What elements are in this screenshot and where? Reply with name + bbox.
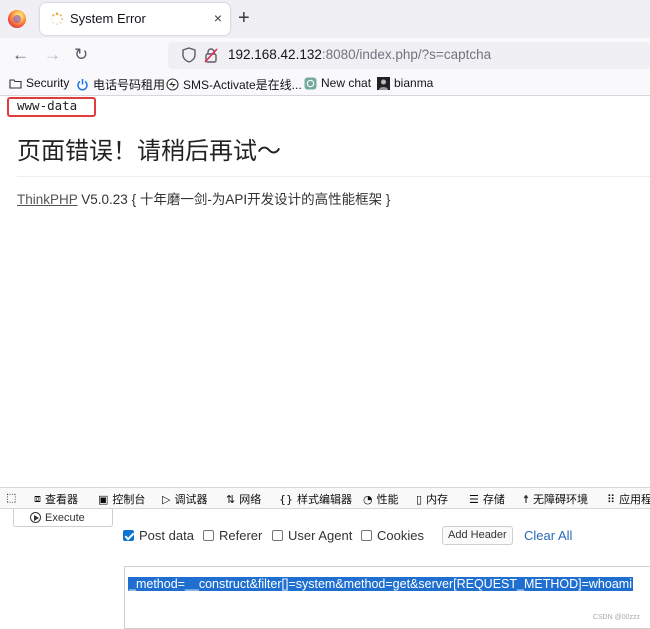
option-label: User Agent [288, 528, 353, 543]
tab-strip: System Error × + [0, 0, 650, 38]
bookmark-new-chat[interactable]: New chat [304, 76, 371, 90]
bookmark-bianma[interactable]: bianma [377, 76, 433, 90]
add-header-button[interactable]: Add Header [442, 526, 513, 545]
devtools-tab-label: 网络 [239, 494, 262, 506]
post-data-textarea[interactable]: _method=__construct&filter[]=system&meth… [124, 566, 650, 629]
new-tab-icon[interactable]: + [238, 6, 250, 30]
memory-icon: ▯ [416, 492, 423, 506]
devtools-tab-label: 存储 [482, 494, 505, 506]
user-agent-checkbox[interactable]: User Agent [272, 528, 352, 543]
storage-icon: ☰ [469, 492, 479, 506]
url-text[interactable]: 192.168.42.132:8080/index.php/?s=captcha [228, 47, 491, 62]
power-icon [77, 79, 88, 91]
checkbox[interactable] [272, 530, 283, 541]
debugger-icon: ▷ [162, 492, 171, 506]
checkbox[interactable] [203, 530, 214, 541]
bookmarks-toolbar: Security 电话号码租用 SMS-Activate是在线... New c… [0, 72, 650, 96]
performance-icon: ◔ [363, 492, 373, 506]
thinkphp-link[interactable]: ThinkPHP [17, 192, 78, 207]
back-arrow-icon[interactable]: ← [12, 45, 29, 65]
devtools-toolbar: ⬚ ⧈ 查看器 ▣ 控制台 ▷ 调试器 ⇅ 网络 {} 样式编辑器 ◔ 性能 ▯ 内存 ☰ 存储… [0, 487, 650, 509]
command-output: www-data [17, 98, 78, 113]
post-data-checkbox[interactable]: Post data [123, 528, 194, 543]
element-picker-icon[interactable]: ⬚ [6, 491, 16, 504]
referer-checkbox[interactable]: Referer [203, 528, 262, 543]
sms-icon [166, 78, 179, 91]
bookmark-security[interactable]: Security [9, 76, 69, 90]
tab-memory[interactable]: ▯ 内存 [416, 491, 448, 507]
bookmark-sms-activate[interactable]: SMS-Activate是在线... [166, 76, 302, 93]
tab-accessibility[interactable]: ☨ 无障碍环境 [523, 491, 588, 507]
execute-label: Execute [45, 511, 85, 524]
bookmark-label: 电话号码租用 [93, 78, 166, 92]
framework-version: V5.0.23 [77, 192, 132, 207]
tab-close-icon[interactable]: × [214, 9, 222, 27]
console-icon: ▣ [98, 492, 109, 506]
avatar-icon [377, 76, 390, 90]
devtools-tab-label: 性能 [376, 494, 399, 506]
option-label: Post data [139, 528, 194, 543]
folder-icon [9, 78, 22, 89]
chatgpt-icon [304, 77, 317, 89]
url-path: :8080/index.php/?s=captcha [321, 47, 492, 62]
accessibility-icon: ☨ [523, 492, 529, 506]
bookmark-phone-rental[interactable]: 电话号码租用 [76, 76, 165, 93]
firefox-logo-icon[interactable] [8, 10, 26, 28]
navigation-bar: ← → ↻ 192.168.42.132:8080/index.php/?s=c… [0, 38, 650, 72]
devtools-tab-label: 调试器 [174, 494, 208, 506]
play-icon [30, 512, 41, 523]
devtools-tab-label: 应用程 [619, 494, 650, 506]
shield-icon[interactable] [182, 47, 196, 63]
devtools-tab-label: 无障碍环境 [533, 494, 588, 506]
address-bar[interactable]: 192.168.42.132:8080/index.php/?s=captcha [168, 42, 650, 69]
insecure-lock-icon[interactable] [204, 47, 218, 63]
tab-inspector[interactable]: ⧈ 查看器 [34, 491, 78, 507]
tab-system-error[interactable]: System Error × [40, 3, 230, 35]
tab-title: System Error [70, 11, 146, 26]
devtools-tab-label: 控制台 [112, 494, 146, 506]
option-label: Cookies [377, 528, 424, 543]
option-label: Referer [219, 528, 263, 543]
tab-debugger[interactable]: ▷ 调试器 [162, 491, 207, 507]
application-icon: ⠿ [607, 492, 616, 506]
tab-application[interactable]: ⠿ 应用程 [607, 491, 650, 507]
checkbox-checked[interactable] [123, 530, 134, 541]
devtools-tab-label: 查看器 [45, 494, 78, 506]
tab-console[interactable]: ▣ 控制台 [98, 491, 145, 507]
checkbox[interactable] [361, 530, 372, 541]
watermark: CSDN @00zzz [592, 614, 640, 621]
url-host: 192.168.42.132 [228, 47, 322, 62]
clear-all-link[interactable]: Clear All [524, 528, 572, 543]
style-editor-icon: {} [279, 492, 293, 506]
cookies-checkbox[interactable]: Cookies [361, 528, 424, 543]
tab-style-editor[interactable]: {} 样式编辑器 [279, 491, 352, 507]
devtools-tab-label: 内存 [426, 494, 449, 506]
tab-storage[interactable]: ☰ 存储 [469, 491, 505, 507]
error-title: 页面错误！请稍后再试～ [17, 138, 281, 165]
reload-icon[interactable]: ↻ [74, 45, 88, 65]
devtools-tab-label: 样式编辑器 [297, 494, 352, 506]
network-icon: ⇅ [226, 492, 236, 506]
post-data-value[interactable]: _method=__construct&filter[]=system&meth… [128, 577, 633, 591]
execute-button[interactable]: Execute [13, 509, 113, 527]
inspector-icon: ⧈ [34, 492, 41, 505]
tab-network[interactable]: ⇅ 网络 [226, 491, 261, 507]
tab-performance[interactable]: ◔ 性能 [363, 491, 399, 507]
hackbar-panel: Execute Post data Referer User Agent Coo… [0, 509, 650, 629]
loading-spinner-icon [50, 12, 64, 26]
framework-slogan: { 十年磨一剑-为API开发设计的高性能框架 } [131, 192, 391, 207]
bookmark-label: Security [26, 76, 70, 90]
bookmark-label: bianma [394, 76, 434, 90]
page-content: www-data 页面错误！请稍后再试～ ThinkPHP V5.0.23 { … [0, 97, 650, 487]
framework-info: ThinkPHP V5.0.23 { 十年磨一剑-为API开发设计的高性能框架 … [17, 188, 390, 208]
bookmark-label: New chat [321, 76, 372, 90]
divider [17, 176, 650, 177]
bookmark-label: SMS-Activate是在线... [183, 78, 302, 92]
forward-arrow-icon[interactable]: → [44, 45, 61, 65]
